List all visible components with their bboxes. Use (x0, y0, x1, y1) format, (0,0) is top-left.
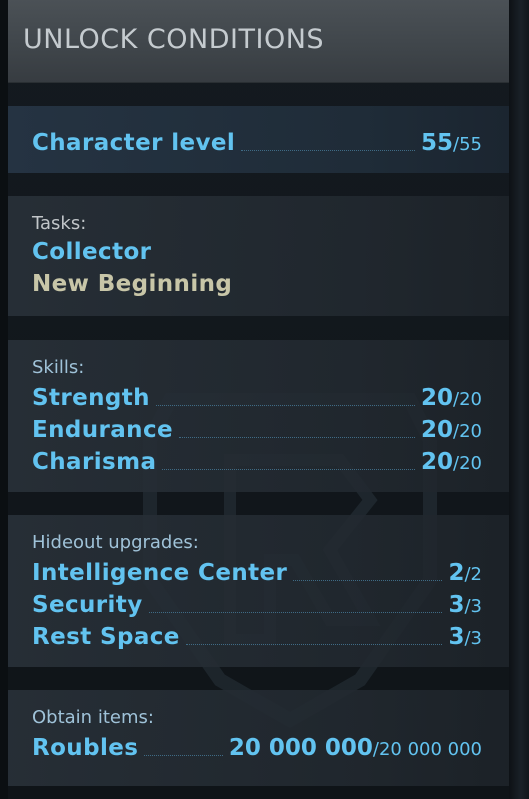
level-value: 55/55 (421, 130, 482, 156)
hideout-name: Intelligence Center (32, 560, 288, 586)
hideout-row-intelligence-center: Intelligence Center 2/2 (32, 558, 482, 586)
hideout-current: 3 (448, 624, 465, 650)
obtain-caption: Obtain items: (32, 707, 154, 728)
level-row: Character level 55/55 (32, 128, 482, 156)
hideout-row-security: Security 3/3 (32, 590, 482, 618)
leader-dots (162, 468, 416, 470)
skill-name: Strength (32, 385, 150, 411)
skill-current: 20 (421, 449, 454, 475)
task-item-new-beginning[interactable]: New Beginning (32, 271, 232, 297)
panel-title: UNLOCK CONDITIONS (23, 24, 325, 55)
item-current: 20 000 000 (228, 735, 373, 761)
hideout-name: Rest Space (32, 624, 180, 650)
panel-header: UNLOCK CONDITIONS (8, 0, 509, 83)
hideout-name: Security (32, 592, 143, 618)
hideout-current: 3 (448, 592, 465, 618)
skills-caption: Skills: (32, 357, 85, 378)
skill-row-strength: Strength 20/20 (32, 383, 482, 411)
task-item-collector[interactable]: Collector (32, 239, 151, 265)
item-max: /20 000 000 (372, 739, 482, 760)
leader-dots (155, 404, 416, 406)
hideout-section: Hideout upgrades: Intelligence Center 2/… (8, 515, 509, 667)
leader-dots (179, 436, 416, 438)
skill-current: 20 (421, 417, 454, 443)
skill-name: Charisma (32, 449, 157, 475)
skill-value: 20/20 (421, 385, 482, 411)
hideout-max: /3 (464, 596, 482, 617)
panel-left-edge (0, 0, 8, 799)
leader-dots (148, 611, 443, 613)
tasks-section: Tasks: Collector New Beginning (8, 196, 509, 316)
hideout-value: 2/2 (448, 560, 482, 586)
skill-value: 20/20 (421, 417, 482, 443)
leader-dots (241, 149, 416, 151)
hideout-max: /2 (464, 564, 482, 585)
leader-dots (144, 754, 223, 756)
skills-section: Skills: Strength 20/20 Endurance 20/20 C… (8, 340, 509, 492)
skill-row-endurance: Endurance 20/20 (32, 415, 482, 443)
skill-row-charisma: Charisma 20/20 (32, 447, 482, 475)
hideout-caption: Hideout upgrades: (32, 532, 199, 553)
obtain-items-section: Obtain items: Roubles 20 000 000/20 000 … (8, 690, 509, 786)
skill-name: Endurance (32, 417, 173, 443)
level-section: Character level 55/55 (8, 106, 509, 173)
hideout-max: /3 (464, 628, 482, 649)
skill-value: 20/20 (421, 449, 482, 475)
level-label: Character level (32, 130, 236, 156)
skill-max: /20 (453, 453, 482, 474)
skill-max: /20 (453, 421, 482, 442)
hideout-row-rest-space: Rest Space 3/3 (32, 622, 482, 650)
leader-dots (185, 643, 443, 645)
unlock-conditions-panel: UNLOCK CONDITIONS Character level 55/55 … (0, 0, 529, 799)
tasks-caption: Tasks: (32, 213, 87, 234)
level-max: /55 (453, 134, 482, 155)
leader-dots (293, 579, 443, 581)
panel-scroll-edge (509, 0, 529, 799)
hideout-value: 3/3 (448, 592, 482, 618)
hideout-value: 3/3 (448, 624, 482, 650)
item-value: 20 000 000/20 000 000 (229, 735, 482, 761)
item-name: Roubles (32, 735, 139, 761)
hideout-current: 2 (448, 560, 465, 586)
skill-current: 20 (421, 385, 454, 411)
level-current: 55 (421, 130, 454, 156)
skill-max: /20 (453, 389, 482, 410)
item-row-roubles: Roubles 20 000 000/20 000 000 (32, 733, 482, 761)
